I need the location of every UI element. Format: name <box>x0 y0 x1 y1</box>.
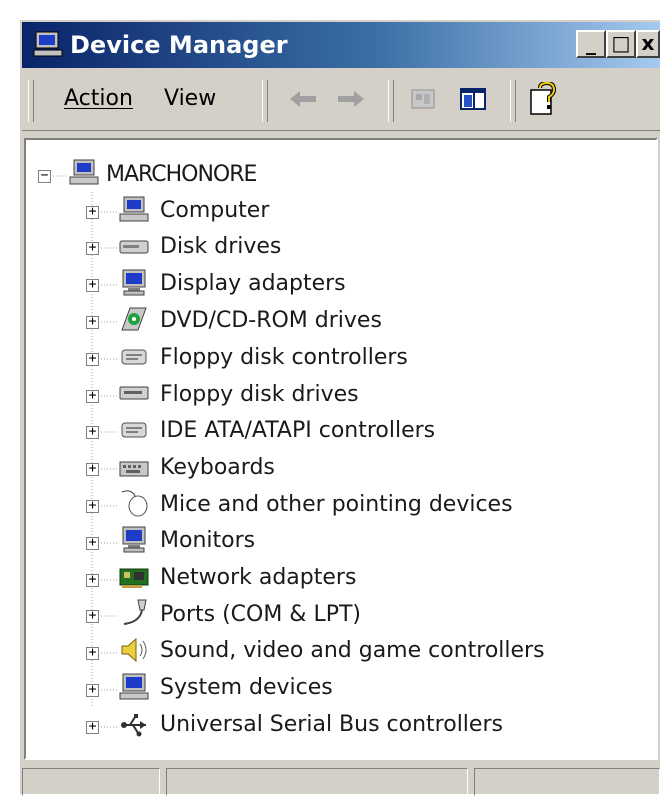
tree-item-label[interactable]: System devices <box>160 675 333 700</box>
tree-expander[interactable]: + <box>86 683 99 697</box>
computer-icon <box>69 159 99 185</box>
tree-expander[interactable]: + <box>86 425 99 439</box>
display-adapter-icon <box>122 269 146 296</box>
status-pane <box>166 768 468 796</box>
controller-icon <box>121 349 147 365</box>
toolbar-separator <box>510 80 516 122</box>
tree-expander[interactable]: + <box>86 573 99 587</box>
tree-item-label[interactable]: Universal Serial Bus controllers <box>160 712 503 737</box>
minimize-button[interactable]: _ <box>576 30 606 58</box>
cdrom-icon <box>121 307 147 331</box>
tree-item-label[interactable]: DVD/CD-ROM drives <box>160 308 382 333</box>
properties-icon[interactable] <box>406 82 440 116</box>
system-device-icon <box>119 673 149 700</box>
tree-expander[interactable]: + <box>86 536 99 550</box>
usb-icon <box>121 714 146 737</box>
show-hide-tree-icon[interactable] <box>456 82 490 116</box>
keyboard-icon <box>119 461 149 477</box>
toolbar-grip[interactable] <box>28 80 34 122</box>
speaker-icon <box>121 637 147 663</box>
tree-expander[interactable]: + <box>86 389 99 403</box>
tree-expander[interactable]: + <box>86 646 99 660</box>
device-manager-icon <box>33 31 63 57</box>
forward-arrow-icon[interactable] <box>334 82 368 116</box>
menu-view[interactable]: View <box>164 86 216 111</box>
tree-expander[interactable]: + <box>86 205 99 219</box>
tree-item-label[interactable]: Display adapters <box>160 271 346 296</box>
tree-item-label[interactable]: Monitors <box>160 528 255 553</box>
status-pane <box>474 768 660 796</box>
tree-item-label[interactable]: Computer <box>160 198 269 223</box>
tree-expander[interactable]: + <box>86 241 99 255</box>
title-bar[interactable]: Device Manager _ □ x <box>22 22 660 68</box>
monitor-icon <box>122 526 146 553</box>
tree-expander[interactable]: + <box>86 352 99 366</box>
tree-item-label[interactable]: Keyboards <box>160 455 275 480</box>
tree-item-label[interactable]: Floppy disk controllers <box>160 345 408 370</box>
tree-root-label[interactable]: MARCHONORE <box>106 162 257 187</box>
tree-expander[interactable]: + <box>86 462 99 476</box>
device-tree[interactable]: − MARCHONORE + Computer + Disk drives + <box>24 138 658 760</box>
mouse-icon <box>121 490 148 517</box>
disk-drive-icon <box>119 240 149 254</box>
toolbar: Action View <box>22 72 660 131</box>
tree-expander[interactable]: + <box>86 720 99 734</box>
port-icon <box>123 599 147 625</box>
tree-item-label[interactable]: Network adapters <box>160 565 356 590</box>
maximize-button[interactable]: □ <box>606 30 636 58</box>
device-manager-window: Device Manager _ □ x Action View − MARCH… <box>18 18 660 796</box>
computer-icon <box>119 196 149 222</box>
tree-expander-root[interactable]: − <box>38 169 51 183</box>
tree-expander[interactable]: + <box>86 609 99 623</box>
tree-expander[interactable]: + <box>86 499 99 513</box>
network-adapter-icon <box>119 568 149 588</box>
back-arrow-icon[interactable] <box>286 82 320 116</box>
floppy-drive-icon <box>119 386 149 400</box>
help-icon[interactable] <box>526 82 562 120</box>
tree-item-label[interactable]: Ports (COM & LPT) <box>160 602 361 627</box>
controller-icon <box>121 422 147 438</box>
close-button[interactable]: x <box>636 30 660 58</box>
tree-item-label[interactable]: Sound, video and game controllers <box>160 638 545 663</box>
tree-item-label[interactable]: Mice and other pointing devices <box>160 492 513 517</box>
tree-item-label[interactable]: IDE ATA/ATAPI controllers <box>160 418 435 443</box>
menu-view-label: View <box>164 86 217 111</box>
tree-expander[interactable]: + <box>86 278 99 292</box>
menu-action-label: Action <box>64 86 133 111</box>
status-pane <box>22 768 160 796</box>
menu-action[interactable]: Action <box>64 86 133 111</box>
toolbar-separator <box>388 80 394 122</box>
tree-item-label[interactable]: Disk drives <box>160 234 281 259</box>
window-title: Device Manager <box>70 31 288 59</box>
status-bar <box>22 764 660 796</box>
tree-item-label[interactable]: Floppy disk drives <box>160 382 359 407</box>
toolbar-separator <box>262 80 268 122</box>
tree-expander[interactable]: + <box>86 315 99 329</box>
